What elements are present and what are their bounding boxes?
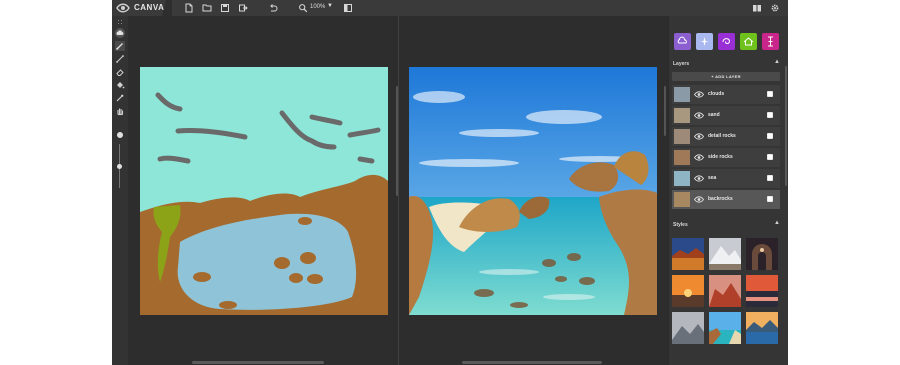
material-sky[interactable] [696, 33, 713, 50]
style-snowy-peak[interactable] [709, 238, 741, 270]
layers-collapse-icon[interactable]: ▲ [774, 59, 780, 65]
eye-icon[interactable] [694, 195, 704, 204]
style-misty-mountains[interactable] [672, 312, 704, 344]
undo-icon[interactable] [268, 3, 278, 13]
layer-name: sand [708, 112, 720, 118]
toggle-panel-icon[interactable] [343, 3, 353, 13]
eye-icon[interactable] [694, 111, 704, 120]
divider-handle[interactable] [396, 86, 398, 196]
export-icon[interactable] [238, 3, 248, 13]
layer-row-sand[interactable]: sand [672, 106, 780, 125]
layer-checkbox[interactable] [767, 154, 773, 160]
eraser-icon[interactable] [115, 67, 125, 77]
cloud-icon[interactable] [115, 28, 125, 38]
layer-name: clouds [708, 91, 725, 97]
layer-thumbnail [674, 171, 690, 186]
generated-image [409, 67, 657, 315]
top-bar: CANVAS 100% ▼ [112, 0, 788, 16]
layer-name: sea [708, 175, 717, 181]
eyedropper-icon[interactable] [115, 93, 125, 103]
canvas-divider [398, 16, 399, 365]
layer-checkbox[interactable] [767, 196, 773, 202]
layer-row-sea[interactable]: sea [672, 169, 780, 188]
eye-icon[interactable] [694, 174, 704, 183]
style-tropical-coast[interactable] [709, 312, 741, 344]
material-tree[interactable] [762, 33, 779, 50]
layer-thumbnail [674, 192, 690, 207]
fill-icon[interactable] [115, 80, 125, 90]
styles-heading: Styles [673, 222, 688, 228]
line-icon[interactable] [115, 54, 125, 64]
eye-icon[interactable] [694, 132, 704, 141]
styles-collapse-icon[interactable]: ▲ [774, 220, 780, 226]
layer-row-backrocks[interactable]: backrocks [672, 190, 780, 209]
grip-icon [115, 17, 125, 27]
nvidia-logo [116, 1, 130, 13]
hand-icon[interactable] [115, 106, 125, 116]
material-house[interactable] [740, 33, 757, 50]
style-pink-lake[interactable] [746, 275, 778, 307]
panel-scrollbar[interactable] [785, 66, 787, 186]
side-panel: Layers ▲ + ADD LAYER clouds sand detail … [668, 16, 788, 365]
layer-thumbnail [674, 108, 690, 123]
layer-checkbox[interactable] [767, 112, 773, 118]
brush-icon[interactable] [115, 41, 125, 51]
material-swirl[interactable] [718, 33, 735, 50]
right-canvas-scrollbar[interactable] [462, 361, 602, 364]
work-vscroll[interactable] [664, 86, 666, 136]
eye-icon[interactable] [694, 153, 704, 162]
add-layer-button[interactable]: + ADD LAYER [672, 72, 780, 81]
left-canvas-scrollbar[interactable] [192, 361, 324, 364]
segmentation-canvas[interactable] [140, 67, 388, 315]
layer-thumbnail [674, 129, 690, 144]
layer-name: detail rocks [708, 133, 736, 139]
canvas-app: CANVAS 100% ▼ Layers ▲ + ADD LAYER cloud… [112, 0, 788, 365]
style-orange-sunset[interactable] [672, 275, 704, 307]
brush-size-dot [117, 132, 123, 138]
canvas-area [128, 16, 668, 365]
layer-row-detail-rocks[interactable]: detail rocks [672, 127, 780, 146]
eye-icon[interactable] [694, 90, 704, 99]
style-dark-arch[interactable] [746, 238, 778, 270]
material-clouds[interactable] [674, 33, 691, 50]
save-icon[interactable] [220, 3, 230, 13]
layer-checkbox[interactable] [767, 133, 773, 139]
style-red-canyon[interactable] [709, 275, 741, 307]
open-folder-icon[interactable] [202, 3, 212, 13]
layer-name: side rocks [708, 154, 733, 160]
layer-checkbox[interactable] [767, 91, 773, 97]
layer-row-side-rocks[interactable]: side rocks [672, 148, 780, 167]
tool-bar [112, 16, 128, 365]
layer-thumbnail [674, 150, 690, 165]
layer-checkbox[interactable] [767, 175, 773, 181]
layers-heading: Layers [673, 61, 690, 67]
layer-thumbnail [674, 87, 690, 102]
zoom-dropdown-icon[interactable]: ▼ [327, 3, 333, 9]
new-file-icon[interactable] [184, 3, 194, 13]
brush-size-handle[interactable] [117, 164, 122, 169]
layer-row-clouds[interactable]: clouds [672, 85, 780, 104]
zoom-icon[interactable] [298, 3, 308, 13]
layer-name: backrocks [708, 196, 733, 202]
zoom-level[interactable]: 100% [310, 4, 325, 10]
book-icon[interactable] [752, 3, 762, 13]
gear-icon[interactable] [770, 3, 780, 13]
style-desert-sunset[interactable] [672, 238, 704, 270]
style-alpine-lake[interactable] [746, 312, 778, 344]
